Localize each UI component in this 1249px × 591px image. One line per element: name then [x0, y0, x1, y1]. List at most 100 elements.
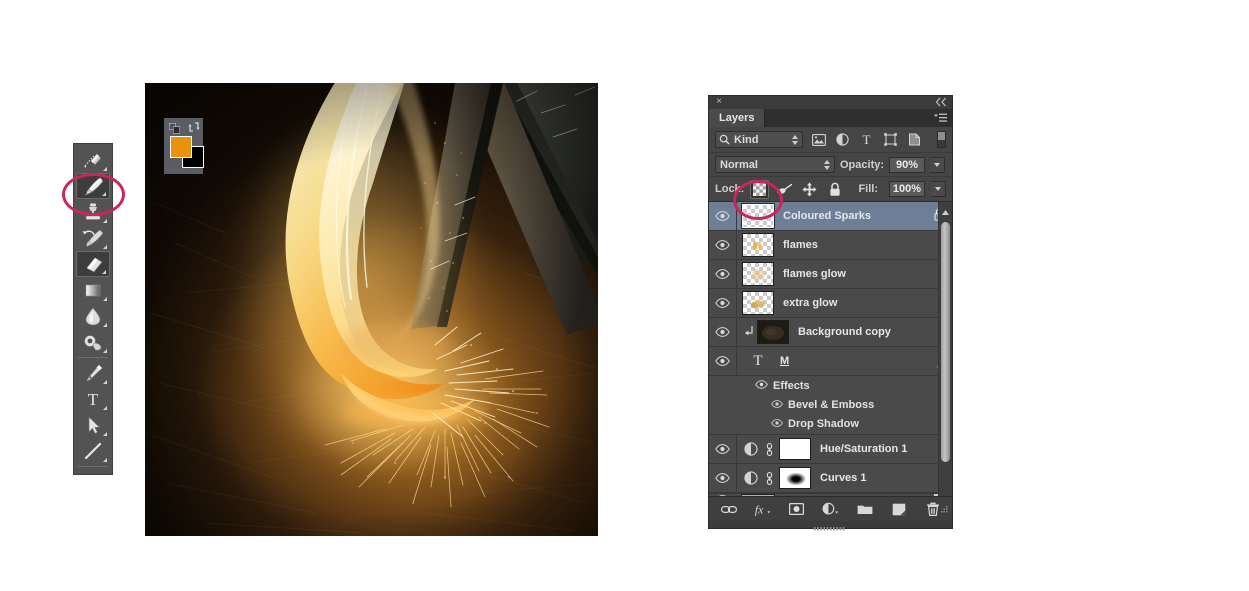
blend-mode-stepper[interactable]: [824, 160, 830, 170]
layer-list-scrollbar[interactable]: [938, 202, 952, 496]
lock-transparent-pixels-button[interactable]: [750, 179, 770, 199]
pen-tool[interactable]: [76, 360, 110, 386]
fill-value[interactable]: 100%: [889, 181, 925, 197]
layer-mask-link-icon[interactable]: [761, 442, 777, 456]
lock-all-button[interactable]: [825, 180, 844, 199]
table-row[interactable]: Hue/Saturation 1: [709, 435, 952, 464]
add-layer-mask-button[interactable]: [788, 501, 805, 518]
panel-tab-row[interactable]: Layers: [709, 109, 952, 127]
history-brush-tool[interactable]: [76, 225, 110, 251]
dodge-tool[interactable]: [76, 329, 110, 355]
shape-layer-filter-icon[interactable]: [882, 131, 899, 148]
layer-name[interactable]: flames: [783, 239, 818, 251]
pixel-layer-filter-icon[interactable]: [810, 131, 827, 148]
blend-mode-row[interactable]: Normal Opacity: 90%: [709, 153, 952, 177]
layer-thumbnail[interactable]: [742, 291, 774, 315]
panel-resize-grip[interactable]: [939, 506, 948, 518]
table-row[interactable]: T M fx: [709, 347, 952, 376]
tools-panel[interactable]: T: [73, 143, 113, 475]
layer-name[interactable]: M: [780, 355, 789, 367]
eye-icon[interactable]: [771, 418, 783, 430]
foreground-background-color[interactable]: [164, 118, 204, 174]
lock-row[interactable]: Lock: Fill: 100%: [709, 177, 952, 202]
adjustment-layer-icon[interactable]: [741, 471, 761, 485]
layer-visibility-toggle[interactable]: [709, 231, 737, 259]
layer-filter-toggle[interactable]: [937, 131, 946, 148]
layer-filter-row[interactable]: Kind T: [709, 127, 952, 153]
document-canvas[interactable]: [145, 83, 598, 536]
layer-visibility-toggle[interactable]: [709, 318, 737, 346]
layer-visibility-toggle[interactable]: [709, 260, 737, 288]
layer-list[interactable]: Coloured Sparks flames flames glow extra…: [709, 202, 952, 496]
layer-visibility-toggle[interactable]: [709, 289, 737, 317]
filter-kind-stepper[interactable]: [792, 135, 798, 145]
layers-panel[interactable]: × Layers Kind T Normal Opacity: 90% Lock…: [708, 95, 953, 531]
layer-name[interactable]: Curves 1: [820, 472, 866, 484]
tab-layers[interactable]: Layers: [709, 109, 766, 127]
fill-dropdown-arrow[interactable]: [931, 181, 946, 197]
eye-icon[interactable]: [771, 399, 783, 411]
type-layer-filter-icon[interactable]: T: [858, 131, 875, 148]
panel-menu-icon[interactable]: [934, 113, 947, 126]
layer-visibility-toggle[interactable]: [709, 464, 737, 492]
adjustment-layer-filter-icon[interactable]: [834, 131, 851, 148]
blur-tool[interactable]: [76, 303, 110, 329]
eye-icon[interactable]: [755, 379, 768, 392]
scroll-up-icon[interactable]: [942, 206, 949, 218]
layers-panel-footer[interactable]: fx: [709, 496, 952, 521]
close-icon[interactable]: ×: [714, 97, 724, 107]
opacity-dropdown-arrow[interactable]: [930, 156, 946, 173]
table-row[interactable]: extra glow: [709, 289, 952, 318]
lock-image-pixels-button[interactable]: [775, 180, 794, 199]
layer-mask-thumbnail[interactable]: [779, 438, 811, 460]
clone-stamp-tool[interactable]: [76, 199, 110, 225]
layer-visibility-toggle[interactable]: [709, 202, 737, 230]
opacity-value[interactable]: 90%: [889, 156, 926, 173]
table-row[interactable]: Curves 1: [709, 464, 952, 493]
layer-effects-group[interactable]: Effects: [709, 376, 952, 395]
table-row[interactable]: Background copy: [709, 318, 952, 347]
new-layer-button[interactable]: [890, 501, 907, 518]
type-tool[interactable]: T: [76, 386, 110, 412]
scrollbar-thumb[interactable]: [941, 222, 950, 462]
layer-effect-bevel-emboss[interactable]: Bevel & Emboss: [709, 395, 952, 414]
new-group-button[interactable]: [856, 501, 873, 518]
brush-tool[interactable]: [76, 173, 110, 199]
table-row[interactable]: flames: [709, 231, 952, 260]
link-layers-button[interactable]: [720, 501, 737, 518]
line-tool[interactable]: [76, 438, 110, 464]
eraser-tool[interactable]: [76, 251, 110, 277]
gradient-tool[interactable]: [76, 277, 110, 303]
healing-brush-tool[interactable]: [76, 147, 110, 173]
add-layer-style-button[interactable]: fx: [754, 501, 771, 518]
layer-effect-drop-shadow[interactable]: Drop Shadow: [709, 414, 952, 435]
layer-thumbnail[interactable]: [742, 262, 774, 286]
layer-mask-thumbnail[interactable]: [779, 467, 811, 489]
layer-name[interactable]: Hue/Saturation 1: [820, 443, 907, 455]
smart-object-filter-icon[interactable]: [906, 131, 923, 148]
layer-name[interactable]: extra glow: [783, 297, 837, 309]
adjustment-layer-icon[interactable]: [741, 442, 761, 456]
layer-thumbnail[interactable]: [757, 320, 789, 344]
blend-mode-select[interactable]: Normal: [715, 156, 835, 173]
table-row[interactable]: Coloured Sparks: [709, 202, 952, 231]
layer-thumbnail[interactable]: [741, 203, 775, 229]
foreground-color-swatch[interactable]: [170, 136, 192, 158]
layer-name[interactable]: Background copy: [798, 326, 891, 338]
layer-visibility-toggle[interactable]: [709, 347, 737, 375]
panel-drag-grip[interactable]: [813, 522, 848, 534]
layer-visibility-toggle[interactable]: [709, 435, 737, 463]
layer-name[interactable]: flames glow: [783, 268, 846, 280]
path-selection-tool[interactable]: [76, 412, 110, 438]
filter-kind-select[interactable]: Kind: [715, 131, 803, 148]
layer-thumbnail[interactable]: [742, 233, 774, 257]
eye-icon: [715, 211, 730, 221]
table-row[interactable]: flames glow: [709, 260, 952, 289]
panel-bottom-bar[interactable]: [709, 521, 952, 531]
lock-position-button[interactable]: [800, 180, 819, 199]
layer-name[interactable]: Coloured Sparks: [783, 210, 871, 222]
type-layer-icon: T: [753, 352, 763, 369]
layer-mask-link-icon[interactable]: [761, 471, 777, 485]
opacity-label: Opacity:: [840, 158, 885, 171]
new-adjustment-layer-button[interactable]: [822, 501, 839, 518]
